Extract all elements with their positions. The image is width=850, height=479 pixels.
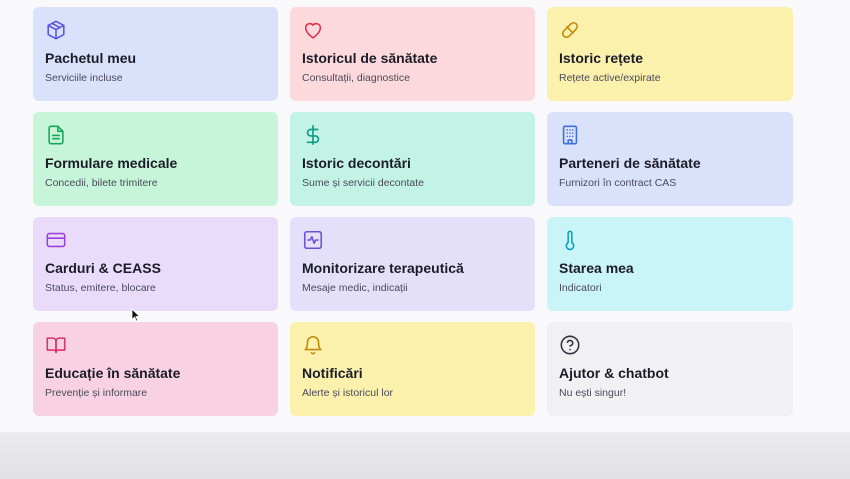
card-title: Istoric decontări xyxy=(302,155,411,171)
dashboard-grid: Pachetul meu Serviciile incluse Istoricu… xyxy=(33,7,794,416)
card-istoricul-de-sanatate[interactable]: Istoricul de sănătate Consultații, diagn… xyxy=(290,7,535,101)
dollar-icon xyxy=(302,124,324,146)
card-monitorizare-terapeutica[interactable]: Monitorizare terapeutică Mesaje medic, i… xyxy=(290,217,535,311)
document-icon xyxy=(45,124,67,146)
pill-icon xyxy=(559,19,581,41)
card-subtitle: Indicatori xyxy=(559,282,602,294)
bell-icon xyxy=(302,334,324,356)
card-title: Notificări xyxy=(302,365,363,381)
card-parteneri-de-sanatate[interactable]: Parteneri de sănătate Furnizori în contr… xyxy=(547,112,793,206)
card-subtitle: Serviciile incluse xyxy=(45,72,123,84)
card-subtitle: Sume și servicii decontate xyxy=(302,177,424,189)
card-educatie-in-sanatate[interactable]: Educație în sănătate Prevenție și inform… xyxy=(33,322,278,416)
card-subtitle: Status, emitere, blocare xyxy=(45,282,156,294)
card-ajutor-chatbot[interactable]: Ajutor & chatbot Nu ești singur! xyxy=(547,322,793,416)
card-title: Parteneri de sănătate xyxy=(559,155,701,171)
card-title: Educație în sănătate xyxy=(45,365,181,381)
card-title: Starea mea xyxy=(559,260,634,276)
card-title: Ajutor & chatbot xyxy=(559,365,669,381)
card-subtitle: Furnizori în contract CAS xyxy=(559,177,677,189)
card-istoric-retete[interactable]: Istoric rețete Rețete active/expirate xyxy=(547,7,793,101)
card-title: Formulare medicale xyxy=(45,155,178,171)
card-subtitle: Rețete active/expirate xyxy=(559,72,661,84)
card-subtitle: Alerte și istoricul lor xyxy=(302,387,394,399)
bottom-bar xyxy=(0,432,850,479)
card-subtitle: Consultații, diagnostice xyxy=(302,72,410,84)
card-istoric-decontari[interactable]: Istoric decontări Sume și servicii decon… xyxy=(290,112,535,206)
building-icon xyxy=(559,124,581,146)
activity-icon xyxy=(302,229,324,251)
card-formulare-medicale[interactable]: Formulare medicale Concedii, bilete trim… xyxy=(33,112,278,206)
card-notificari[interactable]: Notificări Alerte și istoricul lor xyxy=(290,322,535,416)
card-subtitle: Prevenție și informare xyxy=(45,387,148,399)
package-icon xyxy=(45,19,67,41)
card-starea-mea[interactable]: Starea mea Indicatori xyxy=(547,217,793,311)
book-icon xyxy=(45,334,67,356)
card-title: Istoricul de sănătate xyxy=(302,50,438,66)
card-title: Istoric rețete xyxy=(559,50,644,66)
card-subtitle: Concedii, bilete trimitere xyxy=(45,177,158,189)
credit-card-icon xyxy=(45,229,67,251)
thermometer-icon xyxy=(559,229,581,251)
card-carduri-ceass[interactable]: Carduri & CEASS Status, emitere, blocare xyxy=(33,217,278,311)
card-subtitle: Nu ești singur! xyxy=(559,387,627,399)
card-subtitle: Mesaje medic, indicații xyxy=(302,282,408,294)
card-title: Pachetul meu xyxy=(45,50,137,66)
mouse-cursor-icon xyxy=(131,308,141,322)
card-pachetul-meu[interactable]: Pachetul meu Serviciile incluse xyxy=(33,7,278,101)
card-title: Carduri & CEASS xyxy=(45,260,161,276)
card-title: Monitorizare terapeutică xyxy=(302,260,464,276)
help-circle-icon xyxy=(559,334,581,356)
heart-icon xyxy=(302,19,324,41)
